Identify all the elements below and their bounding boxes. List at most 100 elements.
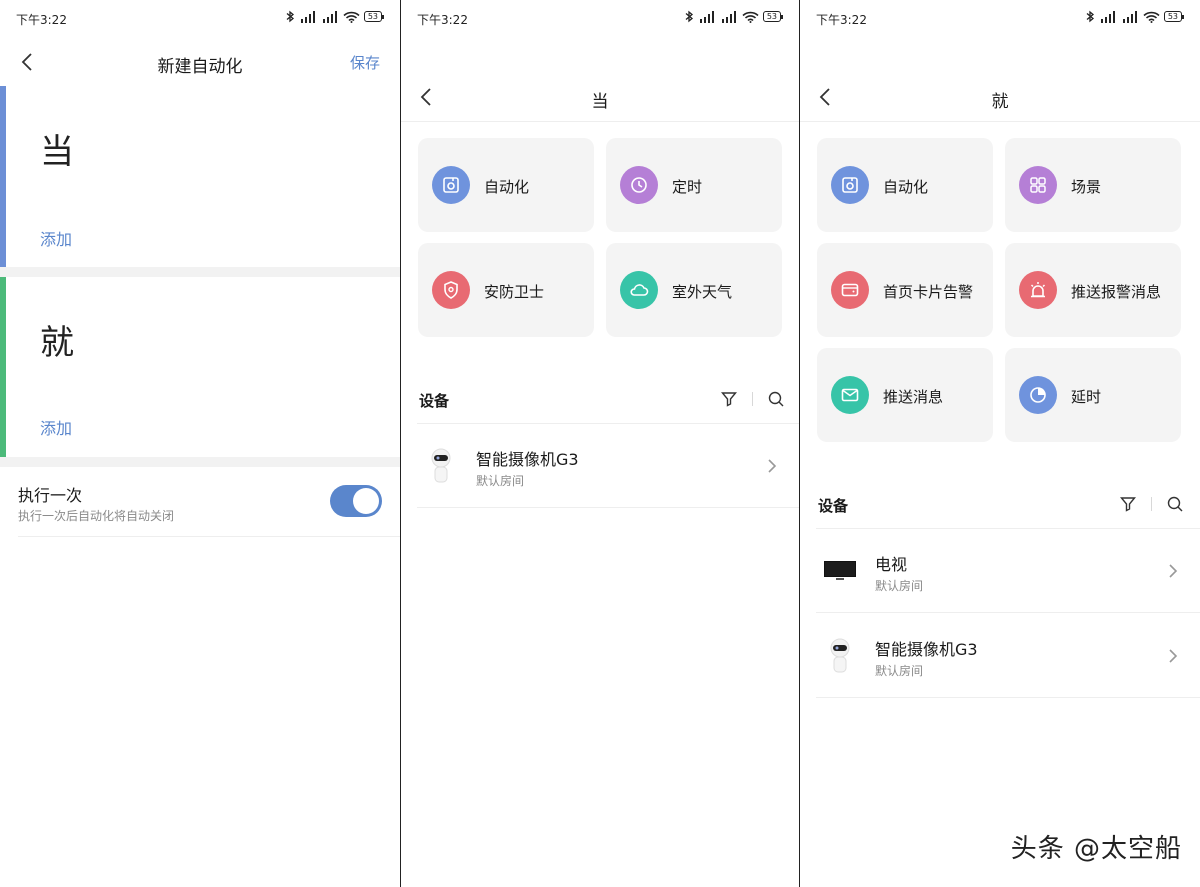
section-gap xyxy=(0,267,400,277)
option-label: 场景 xyxy=(1071,178,1102,196)
divider xyxy=(417,507,799,508)
page-title: 当 xyxy=(591,92,609,112)
then-add-button[interactable]: 添加 xyxy=(40,415,72,439)
devices-section-title: 设备 xyxy=(818,497,849,515)
option-scene[interactable]: 场景 xyxy=(1005,138,1181,232)
device-room: 默认房间 xyxy=(875,579,924,593)
automation-icon xyxy=(432,166,470,204)
option-label: 定时 xyxy=(672,178,703,196)
status-icons: 53 xyxy=(1086,10,1185,23)
signal-icon xyxy=(1100,10,1115,23)
device-name: 智能摄像机G3 xyxy=(476,450,579,469)
then-picker-screen: 下午3:22 53 就 自动化 场景 首页卡片告警 推送报警消息 推送消息 延时… xyxy=(800,0,1200,887)
chevron-right-icon xyxy=(1169,564,1178,578)
clock-icon xyxy=(620,166,658,204)
mail-icon xyxy=(831,376,869,414)
status-time: 下午3:22 xyxy=(417,13,468,27)
section-gap xyxy=(0,457,400,467)
option-label: 延时 xyxy=(1071,388,1102,406)
shield-icon xyxy=(432,271,470,309)
signal-icon xyxy=(322,10,337,23)
card-alert-icon xyxy=(831,271,869,309)
automation-icon xyxy=(831,166,869,204)
wifi-icon xyxy=(343,11,360,23)
status-bar: 下午3:22 53 xyxy=(401,0,799,38)
signal-icon xyxy=(721,10,736,23)
when-section: 当 添加 xyxy=(0,86,400,267)
toggle-knob xyxy=(353,488,379,514)
divider xyxy=(816,697,1200,698)
when-add-button[interactable]: 添加 xyxy=(40,226,72,250)
status-bar: 下午3:22 53 xyxy=(800,0,1200,38)
filter-button[interactable] xyxy=(1117,493,1139,515)
bluetooth-icon xyxy=(286,10,294,23)
camera-icon xyxy=(820,636,860,676)
then-section: 就 添加 xyxy=(0,277,400,457)
device-room: 默认房间 xyxy=(476,474,525,488)
option-push-message[interactable]: 推送消息 xyxy=(817,348,993,442)
camera-icon xyxy=(421,446,461,486)
status-bar: 下午3:22 53 xyxy=(0,0,400,38)
status-icons: 53 xyxy=(685,10,784,23)
option-card-alert[interactable]: 首页卡片告警 xyxy=(817,243,993,337)
device-name: 电视 xyxy=(875,555,908,574)
device-row-camera[interactable]: 智能摄像机G3 默认房间 xyxy=(417,424,799,508)
option-weather[interactable]: 室外天气 xyxy=(606,243,782,337)
battery-icon: 53 xyxy=(363,11,385,22)
then-label: 就 xyxy=(40,323,74,363)
battery-icon: 53 xyxy=(1163,11,1185,22)
timer-icon xyxy=(1019,376,1057,414)
cloud-icon xyxy=(620,271,658,309)
filter-button[interactable] xyxy=(718,388,740,410)
tv-icon xyxy=(820,551,860,591)
alarm-light-icon xyxy=(1019,271,1057,309)
search-icon xyxy=(768,391,784,407)
when-label: 当 xyxy=(40,132,74,172)
option-automation[interactable]: 自动化 xyxy=(817,138,993,232)
toolbar-separator xyxy=(752,392,753,406)
option-label: 安防卫士 xyxy=(484,283,545,301)
option-security[interactable]: 安防卫士 xyxy=(418,243,594,337)
run-once-toggle[interactable] xyxy=(330,485,382,517)
chevron-right-icon xyxy=(768,459,777,473)
divider xyxy=(18,536,400,537)
device-room: 默认房间 xyxy=(875,664,924,678)
run-once-title: 执行一次 xyxy=(18,486,83,505)
toolbar-separator xyxy=(1151,497,1152,511)
divider xyxy=(800,121,1200,122)
signal-icon xyxy=(699,10,714,23)
option-label: 推送消息 xyxy=(883,388,944,406)
option-label: 自动化 xyxy=(484,178,530,196)
wifi-icon xyxy=(1143,11,1160,23)
device-row-tv[interactable]: 电视 默认房间 xyxy=(816,529,1200,613)
save-button[interactable]: 保存 xyxy=(350,52,380,73)
option-delay[interactable]: 延时 xyxy=(1005,348,1181,442)
bluetooth-icon xyxy=(685,10,693,23)
battery-icon: 53 xyxy=(762,11,784,22)
divider xyxy=(816,612,1200,613)
filter-icon xyxy=(1120,497,1136,512)
status-icons: 53 xyxy=(286,10,385,23)
option-automation[interactable]: 自动化 xyxy=(418,138,594,232)
status-time: 下午3:22 xyxy=(816,13,867,27)
option-timer[interactable]: 定时 xyxy=(606,138,782,232)
filter-icon xyxy=(721,392,737,407)
devices-section-title: 设备 xyxy=(419,392,450,410)
when-accent-bar xyxy=(0,86,6,267)
page-title: 新建自动化 xyxy=(157,57,243,77)
new-automation-screen: 下午3:22 53 新建自动化 保存 当 添加 就 添加 执行一次 执行一次后自… xyxy=(0,0,400,887)
device-row-camera[interactable]: 智能摄像机G3 默认房间 xyxy=(816,614,1200,698)
search-button[interactable] xyxy=(1164,493,1186,515)
search-icon xyxy=(1167,496,1183,512)
divider xyxy=(401,121,799,122)
wifi-icon xyxy=(742,11,759,23)
option-label: 室外天气 xyxy=(672,283,733,301)
option-label: 推送报警消息 xyxy=(1071,283,1162,301)
device-name: 智能摄像机G3 xyxy=(875,640,978,659)
status-time: 下午3:22 xyxy=(16,13,67,27)
chevron-right-icon xyxy=(1169,649,1178,663)
bluetooth-icon xyxy=(1086,10,1094,23)
option-push-alarm[interactable]: 推送报警消息 xyxy=(1005,243,1181,337)
search-button[interactable] xyxy=(765,388,787,410)
page-title: 就 xyxy=(991,92,1009,112)
